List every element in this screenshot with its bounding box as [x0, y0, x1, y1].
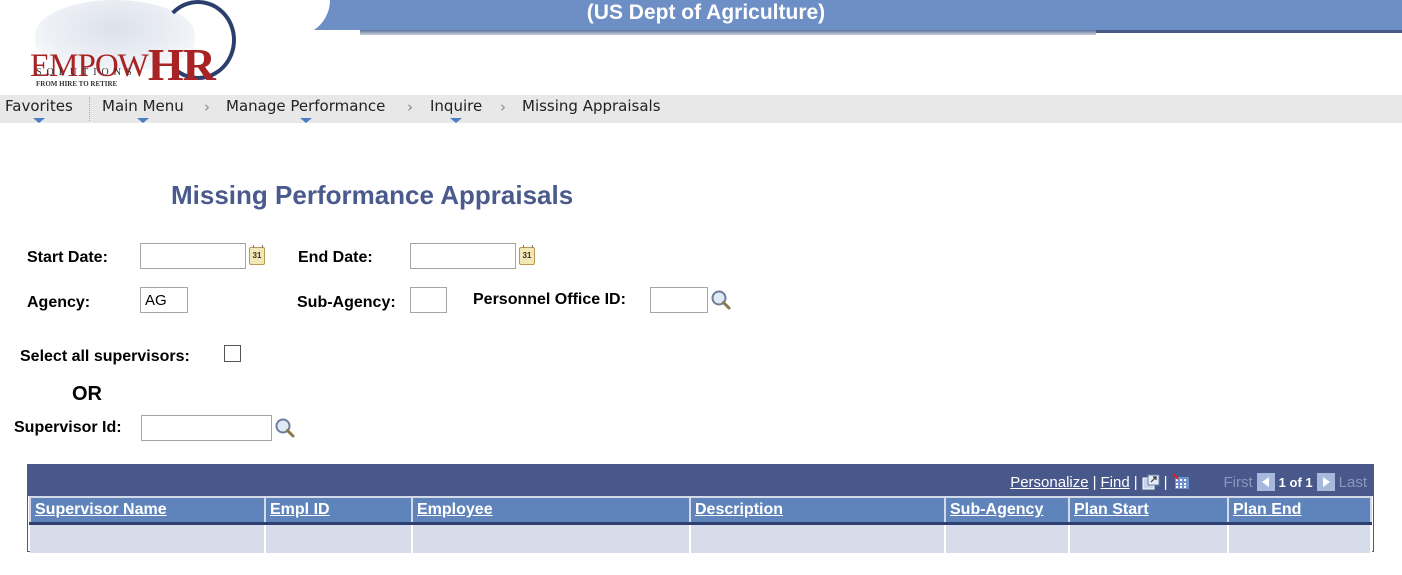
sort-plan-end[interactable]: Plan End [1233, 501, 1301, 518]
column-header[interactable]: Supervisor Name [29, 496, 266, 525]
nav-favorites-label: Favorites [5, 97, 73, 115]
logo-empow: EMPOW [30, 48, 149, 84]
column-header[interactable]: Plan End [1227, 496, 1372, 525]
nav-divider [89, 97, 90, 121]
chevron-down-icon [299, 118, 312, 123]
table-cell [690, 523, 946, 553]
nav-main-menu-label: Main Menu [102, 97, 184, 115]
breadcrumb: Favorites Main Menu › Manage Performance… [0, 95, 1402, 123]
nav-missing-appraisals: Missing Appraisals [522, 97, 661, 115]
grid-navigation: Personalize | Find | | First 1 of 1 Last [1010, 473, 1367, 491]
search-icon[interactable] [710, 289, 732, 311]
results-table: Supervisor Name Empl ID Employee Descrip… [29, 496, 1372, 553]
header-banner: (US Dept of Agriculture) [250, 0, 1402, 36]
nav-manage-performance[interactable]: Manage Performance [226, 97, 386, 123]
start-date-label: Start Date: [27, 249, 108, 266]
sort-plan-start[interactable]: Plan Start [1074, 501, 1149, 518]
nav-favorites[interactable]: Favorites [5, 97, 73, 123]
table-cell [265, 523, 413, 553]
table-cell [1228, 523, 1372, 553]
table-cell [1069, 523, 1229, 553]
sort-empl-id[interactable]: Empl ID [270, 501, 330, 518]
pipe-separator: | [1163, 473, 1168, 491]
page-title: Missing Performance Appraisals [171, 180, 574, 210]
first-label: First [1223, 473, 1253, 491]
breadcrumb-separator-icon: › [407, 98, 413, 116]
start-date-input[interactable] [140, 243, 246, 269]
table-row [30, 523, 1372, 553]
breadcrumb-separator-icon: › [204, 98, 210, 116]
logo-tagline: FROM HIRE TO RETIRE [36, 80, 118, 88]
column-header[interactable]: Description [689, 496, 946, 525]
grid-toolbar: Personalize | Find | | First 1 of 1 Last [28, 465, 1373, 496]
or-separator: OR [72, 383, 102, 405]
supervisor-id-input[interactable] [141, 415, 272, 441]
banner-rule [1096, 30, 1402, 33]
sub-agency-label: Sub-Agency: [297, 294, 396, 311]
sub-agency-input[interactable] [410, 287, 447, 313]
end-date-input[interactable] [410, 243, 516, 269]
select-all-supervisors-checkbox[interactable] [224, 345, 241, 362]
table-cell [412, 523, 691, 553]
table-cell [945, 523, 1070, 553]
personalize-link[interactable]: Personalize [1010, 474, 1088, 491]
empowhr-logo: EMPOWHR SOLUTIONS FROM HIRE TO RETIRE [0, 0, 260, 92]
personnel-office-input[interactable] [650, 287, 708, 313]
sort-sub-agency[interactable]: Sub-Agency [950, 501, 1043, 518]
table-cell [30, 523, 266, 553]
logo-solutions: SOLUTIONS [36, 67, 137, 78]
sort-supervisor-name[interactable]: Supervisor Name [35, 501, 167, 518]
logo-hr: HR [147, 39, 216, 90]
column-header[interactable]: Plan Start [1068, 496, 1229, 525]
agency-input[interactable] [140, 287, 188, 313]
personnel-office-label: Personnel Office ID: [473, 291, 626, 308]
nav-main-menu[interactable]: Main Menu [102, 97, 184, 123]
chevron-down-icon [136, 118, 149, 123]
view-all-icon[interactable] [1142, 474, 1160, 490]
sort-employee[interactable]: Employee [417, 501, 493, 518]
select-all-supervisors-label: Select all supervisors: [20, 348, 190, 365]
column-header[interactable]: Empl ID [264, 496, 413, 525]
download-spreadsheet-icon[interactable] [1171, 474, 1190, 490]
sort-description[interactable]: Description [695, 501, 783, 518]
column-header[interactable]: Employee [411, 496, 691, 525]
supervisor-id-label: Supervisor Id: [14, 419, 122, 436]
results-grid: Personalize | Find | | First 1 of 1 Last [27, 464, 1374, 553]
next-page-button[interactable] [1316, 473, 1335, 491]
search-icon[interactable] [274, 417, 296, 439]
previous-page-button[interactable] [1256, 473, 1275, 491]
end-date-label: End Date: [298, 249, 373, 266]
agency-label: Agency: [27, 294, 91, 311]
column-header[interactable]: Sub-Agency [944, 496, 1070, 525]
last-label: Last [1338, 473, 1367, 491]
find-link[interactable]: Find [1101, 474, 1130, 491]
nav-inquire[interactable]: Inquire [430, 97, 483, 123]
calendar-icon[interactable]: 31 [249, 245, 265, 265]
table-header-row: Supervisor Name Empl ID Employee Descrip… [29, 496, 1372, 525]
banner-shadow [360, 30, 1096, 35]
chevron-down-icon [32, 118, 45, 123]
chevron-down-icon [450, 118, 463, 123]
nav-inquire-label: Inquire [430, 97, 483, 115]
page-count: 1 of 1 [1278, 474, 1313, 490]
breadcrumb-separator-icon: › [500, 98, 506, 116]
calendar-icon[interactable]: 31 [519, 245, 535, 265]
pipe-separator: | [1092, 473, 1097, 491]
nav-manage-performance-label: Manage Performance [226, 97, 386, 115]
pipe-separator: | [1133, 473, 1138, 491]
